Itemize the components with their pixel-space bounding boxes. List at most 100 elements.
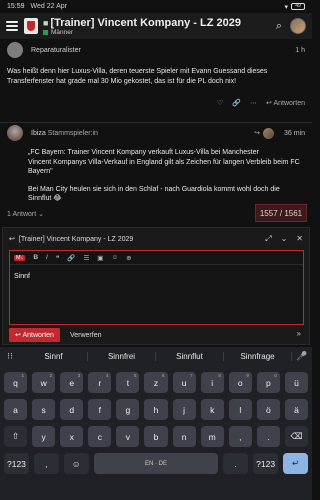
submit-reply-button[interactable]: ↩ Antworten bbox=[9, 328, 60, 342]
letter-key[interactable]: v bbox=[116, 426, 140, 447]
letter-key[interactable]: l bbox=[228, 399, 252, 420]
topic-title[interactable]: ■ [Trainer] Vincent Kompany - LZ 2029 bbox=[43, 17, 267, 29]
key-hint: 5 bbox=[133, 373, 137, 378]
discard-button[interactable]: Verwerfen bbox=[70, 332, 102, 339]
letter-key[interactable]: d bbox=[60, 399, 84, 420]
letter-key[interactable]: w2 bbox=[32, 372, 56, 393]
post: Ibiza Stammspieler:in ↪ 36 min „FC Bayer… bbox=[0, 125, 312, 204]
divider bbox=[0, 122, 312, 123]
backspace-key[interactable]: ⌫ bbox=[284, 426, 309, 447]
composer-header: ↩ [Trainer] Vincent Kompany - LZ 2029 ⤢ … bbox=[3, 228, 309, 250]
search-icon[interactable]: ⌕ bbox=[276, 20, 282, 33]
menu-icon[interactable] bbox=[6, 21, 18, 31]
post-avatar[interactable] bbox=[7, 42, 23, 58]
composer-title[interactable]: [Trainer] Vincent Kompany - LZ 2029 bbox=[19, 236, 133, 243]
suggestion[interactable]: Sinnflut bbox=[156, 352, 224, 361]
letter-key[interactable]: a bbox=[4, 399, 28, 420]
italic-icon[interactable]: I bbox=[46, 254, 48, 261]
letter-key[interactable]: r4 bbox=[88, 372, 112, 393]
enter-key[interactable]: ↵ bbox=[283, 453, 308, 474]
site-logo[interactable] bbox=[24, 18, 38, 34]
letter-key[interactable]: x bbox=[60, 426, 84, 447]
letter-key[interactable]: j bbox=[172, 399, 196, 420]
reply-button[interactable]: ↩ Antworten bbox=[266, 99, 305, 107]
symbols-key-right[interactable]: ?123 bbox=[253, 453, 279, 474]
suggestion[interactable]: Sinnfrei bbox=[88, 352, 156, 361]
emoji-key[interactable]: ☺ bbox=[63, 453, 89, 474]
letter-key[interactable]: q1 bbox=[4, 372, 28, 393]
status-icons: ▾ 49 bbox=[284, 3, 305, 11]
letter-key[interactable]: f bbox=[88, 399, 112, 420]
letter-key[interactable]: ö bbox=[256, 399, 280, 420]
letter-key[interactable]: m bbox=[200, 426, 224, 447]
letter-key[interactable]: p0 bbox=[256, 372, 280, 393]
symbols-key[interactable]: ?123 bbox=[4, 453, 29, 474]
topic-category[interactable]: Männer bbox=[43, 29, 267, 36]
letter-key[interactable]: n bbox=[172, 426, 196, 447]
letter-key[interactable]: ä bbox=[284, 399, 309, 420]
letter-key[interactable]: s bbox=[32, 399, 56, 420]
letter-key[interactable]: g bbox=[116, 399, 140, 420]
post-time[interactable]: 36 min bbox=[284, 130, 305, 137]
user-avatar[interactable] bbox=[290, 18, 306, 34]
space-key[interactable]: EN · DE bbox=[93, 453, 219, 474]
key-hint: 6 bbox=[162, 373, 165, 378]
comma-key[interactable]: , bbox=[33, 453, 59, 474]
suggestion[interactable]: Sinnf bbox=[20, 352, 88, 361]
letter-key[interactable]: h bbox=[144, 399, 168, 420]
key-hint: 9 bbox=[246, 373, 249, 378]
replies-toggle[interactable]: 1 Antwort ⌄ bbox=[7, 210, 44, 218]
letter-key[interactable]: ü bbox=[284, 372, 309, 393]
topic-header: ■ [Trainer] Vincent Kompany - LZ 2029 Män… bbox=[0, 13, 312, 39]
post-actions: ♡ 🔗 ⋯ ↩ Antworten bbox=[7, 99, 305, 107]
apps-grid-icon[interactable]: ⁝⁝ bbox=[0, 351, 20, 362]
letter-key[interactable]: k bbox=[200, 399, 224, 420]
markdown-toggle[interactable]: M↓ bbox=[14, 254, 26, 261]
period-key[interactable]: . bbox=[223, 453, 249, 474]
letter-key[interactable]: e3 bbox=[60, 372, 84, 393]
post-avatar[interactable] bbox=[7, 125, 23, 141]
key-row-3: ⇧ y x c v b n m,. ⌫ bbox=[0, 426, 312, 447]
topic-progress[interactable]: 1557 / 1561 bbox=[255, 204, 307, 222]
add-icon[interactable]: ⊕ bbox=[126, 254, 131, 262]
letter-key[interactable]: . bbox=[256, 426, 280, 447]
letter-key[interactable]: i8 bbox=[200, 372, 224, 393]
suggestion[interactable]: Sinnfrage bbox=[224, 352, 292, 361]
bold-icon[interactable]: B bbox=[33, 254, 38, 261]
composer-text[interactable]: Sinnf bbox=[10, 265, 303, 288]
reply-composer: ↩ [Trainer] Vincent Kompany - LZ 2029 ⤢ … bbox=[2, 227, 310, 345]
key-hint: 2 bbox=[49, 373, 53, 378]
letter-key[interactable]: t5 bbox=[116, 372, 140, 393]
key-hint: 3 bbox=[77, 373, 81, 378]
letter-key[interactable]: , bbox=[228, 426, 252, 447]
post: Reparaturalister 1 h Was heißt denn hier… bbox=[0, 42, 312, 107]
post-time[interactable]: 1 h bbox=[295, 47, 305, 54]
reply-icon: ↩ bbox=[9, 236, 15, 243]
microphone-icon[interactable]: 🎤 bbox=[292, 351, 312, 362]
composer-editor[interactable]: M↓ B I ❝ 🔗 ☰ ▣ ☺ ⊕ Sinnf bbox=[9, 250, 304, 325]
letter-key[interactable]: o9 bbox=[228, 372, 252, 393]
letter-key[interactable]: b bbox=[144, 426, 168, 447]
collapse-icon[interactable]: ⌄ bbox=[281, 234, 288, 244]
status-time: 15:59 bbox=[7, 3, 25, 10]
letter-key[interactable]: z6 bbox=[144, 372, 168, 393]
toggle-preview-icon[interactable]: » bbox=[297, 329, 301, 338]
post-body: „FC Bayern: Trainer Vincent Kompany verk… bbox=[28, 149, 300, 202]
post-username[interactable]: Reparaturalister bbox=[31, 47, 81, 54]
shift-key[interactable]: ⇧ bbox=[4, 426, 28, 447]
emoji-icon[interactable]: ☺ bbox=[111, 254, 118, 261]
reply-to-indicator[interactable]: ↪ bbox=[254, 127, 274, 139]
post-username[interactable]: Ibiza Stammspieler:in bbox=[31, 130, 98, 137]
letter-key[interactable]: c bbox=[88, 426, 112, 447]
more-icon[interactable]: ⋯ bbox=[250, 99, 257, 107]
link-icon[interactable]: 🔗 bbox=[232, 99, 241, 107]
link-icon[interactable]: 🔗 bbox=[67, 254, 75, 262]
list-icon[interactable]: ☰ bbox=[83, 254, 89, 262]
expand-icon[interactable]: ⤢ bbox=[265, 234, 271, 244]
letter-key[interactable]: u7 bbox=[172, 372, 196, 393]
close-icon[interactable]: ✕ bbox=[296, 234, 303, 244]
letter-key[interactable]: y bbox=[32, 426, 56, 447]
image-icon[interactable]: ▣ bbox=[97, 254, 103, 262]
quote-icon[interactable]: ❝ bbox=[56, 254, 60, 262]
heart-icon[interactable]: ♡ bbox=[217, 99, 223, 107]
